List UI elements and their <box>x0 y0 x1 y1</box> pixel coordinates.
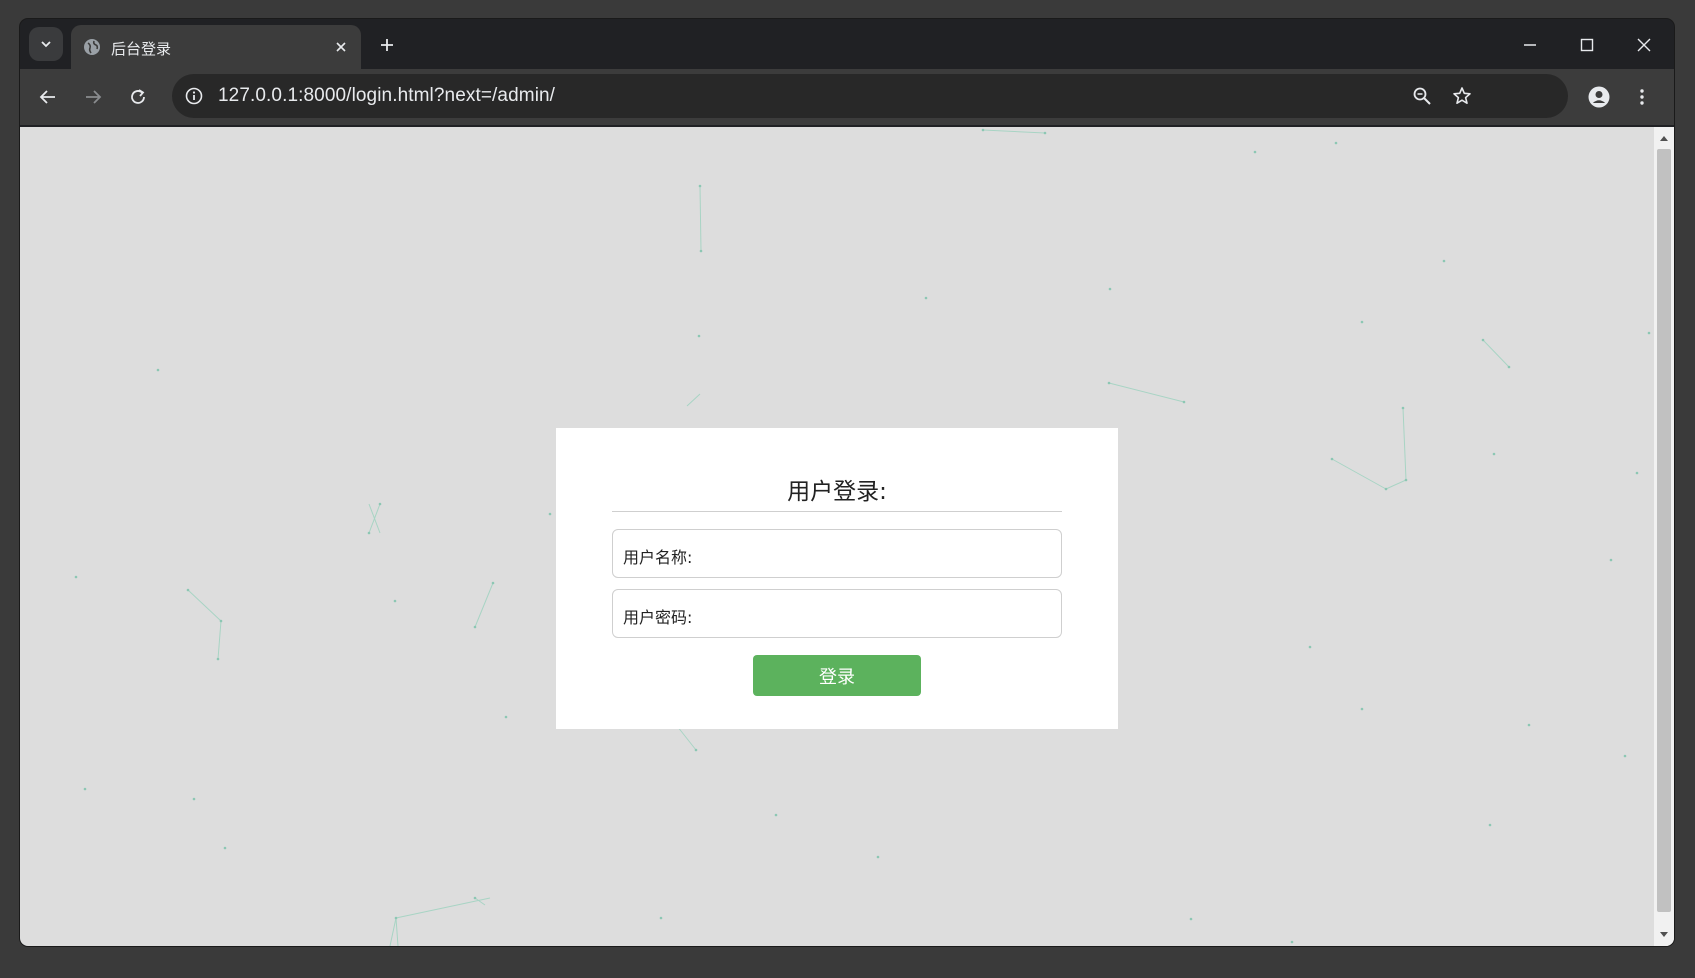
kebab-menu-icon <box>1640 89 1644 105</box>
person-icon <box>1588 86 1610 108</box>
login-card: 用户登录: 用户名称: 用户密码: 登录 <box>556 428 1118 729</box>
tab-strip: 后台登录 <box>20 19 1674 69</box>
address-bar[interactable]: 127.0.0.1:8000/login.html?next=/admin/ <box>172 74 1568 118</box>
chevron-down-icon <box>41 41 51 48</box>
tab-active[interactable]: 后台登录 <box>71 25 361 69</box>
plus-icon <box>381 39 393 51</box>
username-input[interactable] <box>703 536 1047 572</box>
close-window-button[interactable] <box>1632 33 1656 57</box>
browser-toolbar: 127.0.0.1:8000/login.html?next=/admin/ <box>20 69 1674 125</box>
minimize-button[interactable] <box>1518 33 1542 57</box>
login-title: 用户登录: <box>787 479 887 505</box>
close-icon <box>1637 38 1651 52</box>
address-url[interactable]: 127.0.0.1:8000/login.html?next=/admin/ <box>218 85 555 107</box>
bookmark-button[interactable] <box>1450 84 1474 108</box>
back-button[interactable] <box>36 85 60 109</box>
scroll-up-arrow[interactable] <box>1659 133 1669 143</box>
info-icon <box>185 87 203 105</box>
site-info-button[interactable] <box>182 84 206 108</box>
new-tab-button[interactable] <box>375 33 399 57</box>
zoom-out-icon <box>1413 87 1431 105</box>
forward-button[interactable] <box>81 85 105 109</box>
title-divider <box>612 511 1062 512</box>
tab-title: 后台登录 <box>111 40 172 58</box>
tab-close-button[interactable] <box>331 37 351 57</box>
maximize-icon <box>1580 38 1594 52</box>
star-icon <box>1453 87 1471 104</box>
triangle-down-icon <box>1660 932 1668 937</box>
close-icon <box>336 42 346 52</box>
arrow-left-icon <box>39 90 55 104</box>
minimize-icon <box>1524 44 1536 46</box>
arrow-right-icon <box>86 90 102 104</box>
triangle-up-icon <box>1660 136 1668 141</box>
tab-search-button[interactable] <box>29 27 63 61</box>
scroll-thumb[interactable] <box>1657 149 1671 912</box>
reload-icon <box>131 89 145 104</box>
globe-icon <box>84 39 100 55</box>
zoom-button[interactable] <box>1410 84 1434 108</box>
username-label: 用户名称: <box>623 548 693 567</box>
profile-button[interactable] <box>1587 85 1611 109</box>
scroll-down-arrow[interactable] <box>1659 930 1669 940</box>
password-label: 用户密码: <box>623 608 693 627</box>
password-field[interactable]: 用户密码: <box>612 589 1062 638</box>
maximize-button[interactable] <box>1575 33 1599 57</box>
page-viewport: 用户登录: 用户名称: 用户密码: 登录 <box>20 127 1674 946</box>
browser-menu-button[interactable] <box>1630 85 1654 109</box>
reload-button[interactable] <box>126 85 150 109</box>
login-button[interactable]: 登录 <box>753 655 921 696</box>
browser-window: 后台登录 127.0.0.1:8000/login.html?next=/adm… <box>20 19 1674 946</box>
username-field[interactable]: 用户名称: <box>612 529 1062 578</box>
password-input[interactable] <box>703 596 1047 632</box>
page-scrollbar[interactable] <box>1654 127 1674 946</box>
